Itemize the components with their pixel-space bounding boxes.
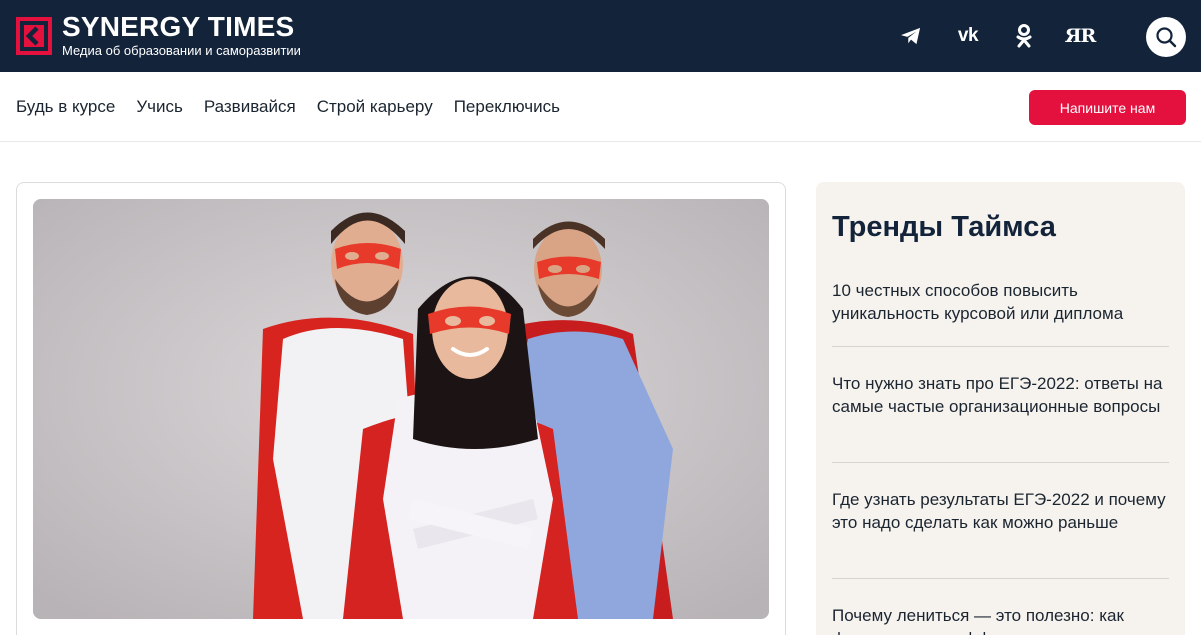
trend-item[interactable]: Что нужно знать про ЕГЭ-2022: ответы на …	[832, 372, 1169, 418]
zen-icon-label: ЯR	[1064, 25, 1097, 47]
trend-item[interactable]: Где узнать результаты ЕГЭ-2022 и почему …	[832, 488, 1169, 534]
trends-title: Тренды Таймса	[832, 211, 1056, 243]
nav-item-develop[interactable]: Развивайся	[204, 96, 296, 118]
article-hero-image[interactable]	[33, 199, 769, 619]
ok-icon[interactable]	[1008, 20, 1040, 52]
top-bar: SYNERGY TIMES Медиа об образовании и сам…	[0, 0, 1201, 72]
logo-icon[interactable]	[16, 17, 52, 55]
nav-item-learn[interactable]: Учись	[136, 96, 183, 118]
nav-items: Будь в курсе Учись Развивайся Строй карь…	[16, 96, 560, 118]
main-nav: Будь в курсе Учись Развивайся Строй карь…	[0, 72, 1201, 142]
trends-sidebar: Тренды Таймса 10 честных способов повыси…	[816, 182, 1185, 635]
trend-item[interactable]: Почему лениться — это полезно: как флоу …	[832, 604, 1169, 635]
nav-item-switch[interactable]: Переключись	[454, 96, 560, 118]
trend-item[interactable]: 10 честных способов повысить уникальност…	[832, 279, 1169, 325]
vk-icon[interactable]: vk	[952, 20, 984, 52]
nav-item-career[interactable]: Строй карьеру	[317, 96, 433, 118]
vk-icon-label: vk	[957, 25, 979, 46]
telegram-icon[interactable]	[895, 20, 927, 52]
divider	[832, 578, 1169, 579]
search-icon	[1156, 27, 1177, 48]
logo-subtitle: Медиа об образовании и саморазвитии	[62, 43, 301, 58]
divider	[832, 346, 1169, 347]
featured-article-card[interactable]	[16, 182, 786, 635]
divider	[832, 462, 1169, 463]
contact-us-button[interactable]: Напишите нам	[1029, 90, 1186, 125]
search-button[interactable]	[1146, 17, 1186, 57]
logo-title[interactable]: SYNERGY TIMES	[62, 12, 294, 42]
nav-item-stay-informed[interactable]: Будь в курсе	[16, 96, 115, 118]
zen-icon[interactable]: ЯR	[1064, 20, 1097, 52]
